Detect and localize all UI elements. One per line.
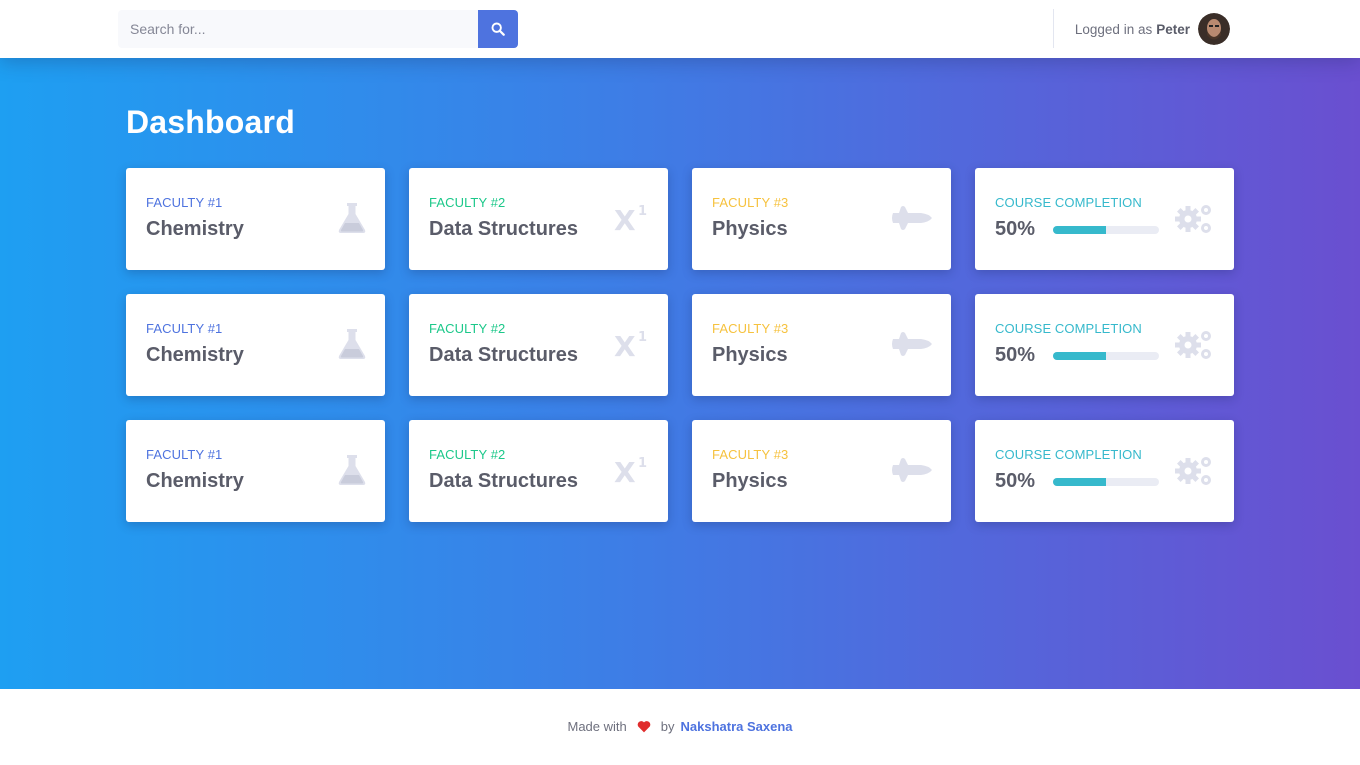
flask-icon [323,324,367,364]
svg-text:1: 1 [638,456,647,471]
stat-card[interactable]: FACULTY #2 Data Structures X 1 [409,294,668,396]
stat-card[interactable]: FACULTY #3 Physics [692,420,951,522]
superscript-icon: X1 [606,324,650,364]
stat-card[interactable]: COURSE COMPLETION 50% [975,168,1234,270]
card-value: Chemistry [146,218,244,240]
svg-text:X: X [614,330,636,360]
stat-card[interactable]: FACULTY #1 Chemistry [126,294,385,396]
card-label: FACULTY #2 [429,321,506,336]
svg-text:1: 1 [638,330,647,345]
stat-card[interactable]: COURSE COMPLETION 50% [975,294,1234,396]
card-grid: FACULTY #1 Chemistry FACULTY #2 Data Struct… [126,168,1234,522]
topbar: Logged in as Peter [0,0,1360,58]
card-value: 50% [995,344,1036,366]
progress-bar [1053,352,1159,360]
cogs-icon [1172,324,1216,364]
card-label: FACULTY #3 [712,447,789,462]
card-label: FACULTY #1 [146,195,223,210]
superscript-icon: X1 [606,450,650,490]
card-value: Physics [712,344,788,366]
svg-text:X: X [614,456,636,486]
card-value: Chemistry [146,470,244,492]
stat-card[interactable]: COURSE COMPLETION 50% [975,420,1234,522]
card-value: Data Structures [429,344,578,366]
cogs-icon [1172,450,1216,490]
card-label: FACULTY #3 [712,195,789,210]
topbar-divider [1053,9,1054,48]
logged-in-label: Logged in as [1074,21,1153,37]
footer-prefix: Made with [567,719,627,734]
stat-card[interactable]: FACULTY #2 Data Structures X 1 [409,168,668,270]
avatar[interactable] [1198,13,1230,45]
stat-card[interactable]: FACULTY #3 Physics [692,168,951,270]
page-title: Dashboard [126,104,295,140]
stat-card[interactable]: FACULTY #3 Physics [692,294,951,396]
progress-fill [1053,352,1106,360]
card-value: Data Structures [429,470,578,492]
card-value: Physics [712,218,788,240]
space-shuttle-icon [889,450,933,490]
card-value: Physics [712,470,788,492]
card-value: Data Structures [429,218,578,240]
stat-card[interactable]: FACULTY #2 Data Structures X 1 [409,420,668,522]
user-name: Peter [1156,21,1190,37]
stat-card[interactable]: FACULTY #1 Chemistry [126,420,385,522]
card-value: 50% [995,470,1036,492]
flask-icon [323,450,367,490]
superscript-icon: X1 [606,198,650,238]
card-label: FACULTY #2 [429,447,506,462]
search-bar [118,10,518,48]
card-value: 50% [995,218,1036,240]
card-label: FACULTY #3 [712,321,789,336]
space-shuttle-icon [889,198,933,238]
search-icon [491,22,505,36]
space-shuttle-icon [889,324,933,364]
search-button[interactable] [478,10,518,48]
progress-bar [1053,226,1159,234]
card-label: COURSE COMPLETION [995,447,1142,462]
card-label: COURSE COMPLETION [995,195,1142,210]
author-link[interactable]: Nakshatra Saxena [680,719,792,734]
heart-icon [637,721,651,733]
flask-icon [323,198,367,238]
search-input[interactable] [118,10,478,48]
progress-bar [1053,478,1159,486]
footer: Made with by Nakshatra Saxena [0,689,1360,765]
card-label: FACULTY #1 [146,321,223,336]
card-label: FACULTY #1 [146,447,223,462]
stat-card[interactable]: FACULTY #1 Chemistry [126,168,385,270]
progress-fill [1053,226,1106,234]
card-label: FACULTY #2 [429,195,506,210]
card-label: COURSE COMPLETION [995,321,1142,336]
cogs-icon [1172,198,1216,238]
card-value: Chemistry [146,344,244,366]
svg-text:1: 1 [638,204,647,219]
svg-text:X: X [614,204,636,234]
footer-by: by [660,719,675,734]
progress-fill [1053,478,1106,486]
user-dropdown[interactable]: Logged in as Peter [1075,13,1230,45]
